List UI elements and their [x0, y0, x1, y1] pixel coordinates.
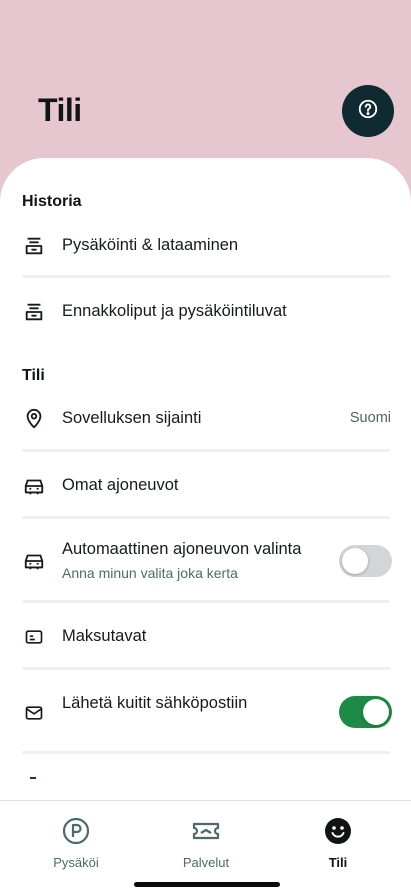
- section-title-history: Historia: [22, 193, 82, 210]
- toggle-knob: [363, 699, 389, 725]
- list-item-label: Maksutavat: [62, 627, 147, 645]
- auto-vehicle-toggle[interactable]: [339, 545, 392, 577]
- account-sheet: [0, 158, 411, 894]
- bottom-tab-bar: Pysäköi Palvelut Tili: [0, 800, 411, 894]
- tab-label: Palvelut: [182, 855, 230, 870]
- divider: [22, 600, 390, 603]
- partial-list-item: [30, 777, 36, 779]
- list-item-parking-charging[interactable]: Pysäköinti & lataaminen: [0, 226, 411, 266]
- list-item-app-location[interactable]: Sovelluksen sijainti Suomi: [0, 399, 411, 439]
- parking-icon: [62, 817, 90, 845]
- question-circle-icon: [357, 98, 379, 125]
- list-item-payment-methods[interactable]: Maksutavat: [0, 617, 411, 657]
- location-pin-icon: [22, 407, 46, 431]
- tab-park[interactable]: Pysäköi: [16, 815, 136, 875]
- divider: [22, 449, 390, 452]
- list-item-label: Omat ajoneuvot: [62, 476, 179, 494]
- tab-label: Pysäköi: [53, 855, 99, 870]
- tab-account[interactable]: Tili: [278, 815, 398, 875]
- tab-label: Tili: [328, 855, 348, 870]
- list-item-label: Pysäköinti & lataaminen: [62, 236, 239, 254]
- list-item-my-vehicles[interactable]: Omat ajoneuvot: [0, 466, 411, 506]
- tab-services[interactable]: Palvelut: [146, 815, 266, 875]
- page-title: Tili: [38, 92, 82, 128]
- toggle-knob: [342, 548, 368, 574]
- section-title-account: Tili: [22, 367, 45, 384]
- list-item-label: Automaattinen ajoneuvon valinta: [62, 540, 302, 558]
- card-icon: [22, 625, 46, 649]
- email-receipts-toggle[interactable]: [339, 696, 392, 728]
- divider: [22, 667, 390, 670]
- list-item-prepaid-permits[interactable]: Ennakkoliput ja pysäköintiluvat: [0, 292, 411, 332]
- divider: [22, 751, 390, 754]
- list-item-label: Sovelluksen sijainti: [62, 409, 202, 427]
- location-value: Suomi: [349, 410, 391, 426]
- list-item-email-receipts: Lähetä kuitit sähköpostiin: [0, 688, 411, 736]
- home-indicator: [134, 882, 280, 887]
- receipt-icon: [22, 300, 46, 324]
- mail-icon: [22, 701, 46, 725]
- list-item-auto-vehicle: Automaattinen ajoneuvon valinta Anna min…: [0, 538, 411, 584]
- receipt-icon: [22, 234, 46, 258]
- car-icon: [22, 474, 46, 498]
- list-item-label: Lähetä kuitit sähköpostiin: [62, 694, 248, 712]
- list-item-label: Ennakkoliput ja pysäköintiluvat: [62, 302, 287, 320]
- ticket-icon: [192, 817, 220, 845]
- car-icon: [22, 549, 46, 573]
- help-button[interactable]: [342, 85, 394, 137]
- divider: [22, 275, 390, 278]
- smiley-icon: [324, 817, 352, 845]
- divider: [22, 516, 390, 519]
- list-item-sublabel: Anna minun valita joka kerta: [62, 565, 238, 581]
